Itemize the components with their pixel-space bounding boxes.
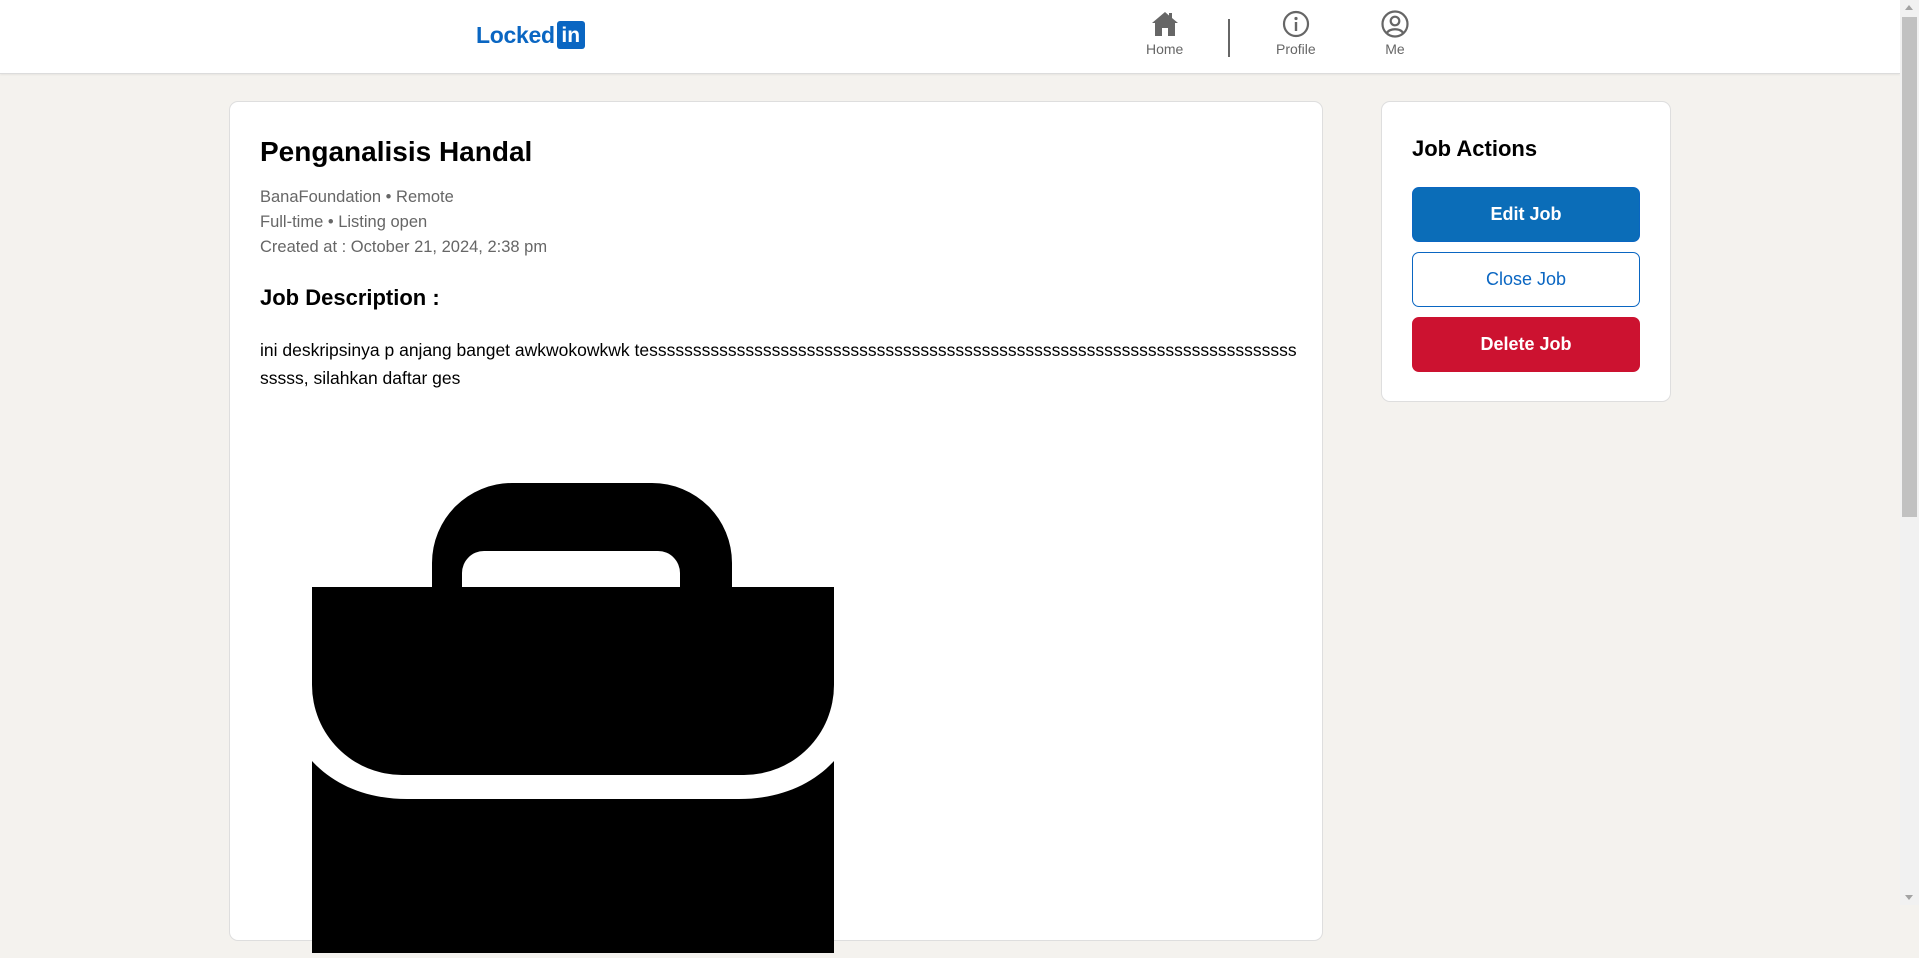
lockedin-logo[interactable]: Locked in bbox=[476, 21, 585, 49]
info-icon bbox=[1281, 10, 1311, 38]
description-heading: Job Description : bbox=[260, 285, 440, 310]
nav-me-label: Me bbox=[1385, 41, 1405, 57]
logo-text: Locked bbox=[476, 22, 555, 48]
nav-home-label: Home bbox=[1146, 41, 1184, 57]
edit-job-button[interactable]: Edit Job bbox=[1412, 187, 1640, 242]
home-icon bbox=[1150, 10, 1180, 38]
scroll-up-arrow-icon[interactable] bbox=[1905, 5, 1913, 10]
logo-box: in bbox=[556, 21, 585, 49]
job-actions-card: Job Actions Edit Job Close Job Delete Jo… bbox=[1381, 101, 1671, 402]
job-created-at: Created at : October 21, 2024, 2:38 pm bbox=[260, 238, 548, 256]
scroll-down-arrow-icon[interactable] bbox=[1905, 895, 1913, 900]
user-circle-icon bbox=[1380, 10, 1410, 38]
job-company-location: BanaFoundation • Remote bbox=[260, 188, 454, 206]
nav-profile-label: Profile bbox=[1276, 41, 1316, 57]
job-title: Penganalisis Handal bbox=[260, 136, 533, 167]
briefcase-icon bbox=[312, 483, 834, 958]
job-type-status: Full-time • Listing open bbox=[260, 213, 428, 231]
job-detail-card: Penganalisis Handal BanaFoundation • Rem… bbox=[229, 101, 1323, 953]
scrollbar-thumb[interactable] bbox=[1902, 17, 1917, 517]
job-description: ini deskripsinya p anjang banget awkwoko… bbox=[260, 340, 1297, 388]
nav-home[interactable]: Home bbox=[1146, 10, 1183, 57]
delete-job-button[interactable]: Delete Job bbox=[1412, 317, 1640, 372]
nav-divider bbox=[1228, 19, 1230, 57]
nav-me[interactable]: Me bbox=[1380, 10, 1410, 57]
job-actions-title: Job Actions bbox=[1412, 136, 1538, 161]
top-navbar: Locked in Home Profile Me bbox=[0, 0, 1900, 74]
vertical-scrollbar[interactable] bbox=[1900, 0, 1919, 905]
close-job-button[interactable]: Close Job bbox=[1412, 252, 1640, 307]
nav-profile[interactable]: Profile bbox=[1276, 10, 1316, 57]
